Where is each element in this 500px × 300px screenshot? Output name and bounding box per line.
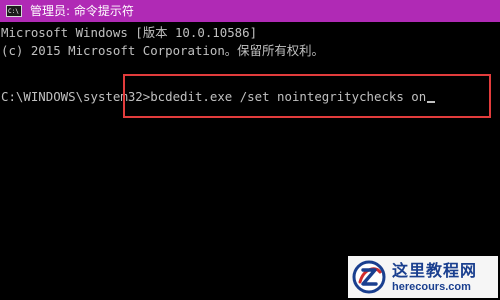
watermark-url: herecours.com [392,280,471,293]
command-prompt-window: C:\ 管理员: 命令提示符 Microsoft Windows [版本 10.… [0,0,500,300]
title-bar[interactable]: C:\ 管理员: 命令提示符 [0,0,500,22]
svg-text:C:\: C:\ [8,8,19,15]
site-logo-icon [352,260,386,294]
watermark-name: 这里教程网 [392,260,478,280]
highlight-box [123,74,491,118]
window-title: 管理员: 命令提示符 [30,4,134,18]
watermark: 这里教程网 herecours.com [348,256,498,298]
copyright-line: (c) 2015 Microsoft Corporation。保留所有权利。 [1,43,324,58]
cmd-icon: C:\ [6,5,22,17]
version-line: Microsoft Windows [版本 10.0.10586] [1,25,258,40]
